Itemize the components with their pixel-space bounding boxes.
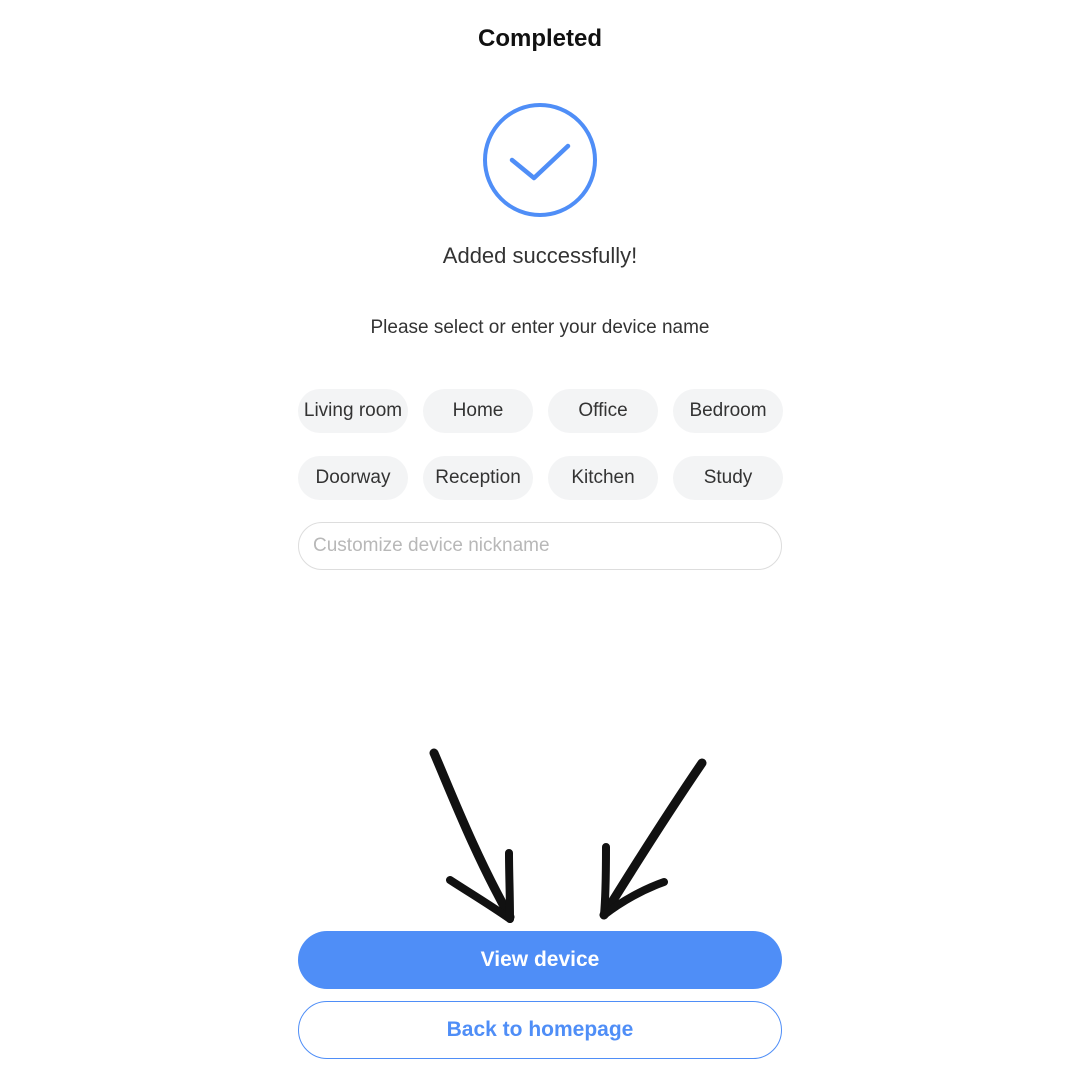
device-name-options: Living room Home Office Bedroom Doorway … (298, 389, 783, 500)
nickname-input[interactable] (298, 522, 782, 570)
name-option-study[interactable]: Study (673, 456, 783, 500)
device-name-prompt: Please select or enter your device name (370, 317, 710, 338)
device-added-screen: Completed Added successfully! Please sel… (0, 0, 1080, 1080)
back-to-homepage-button[interactable]: Back to homepage (298, 1001, 782, 1059)
name-option-bedroom[interactable]: Bedroom (673, 389, 783, 433)
name-option-office[interactable]: Office (548, 389, 658, 433)
name-option-living-room[interactable]: Living room (298, 389, 408, 433)
name-option-doorway[interactable]: Doorway (298, 456, 408, 500)
page-title: Completed (477, 25, 602, 52)
name-option-home[interactable]: Home (423, 389, 533, 433)
name-option-kitchen[interactable]: Kitchen (548, 456, 658, 500)
name-option-reception[interactable]: Reception (423, 456, 533, 500)
hand-drawn-arrows-icon (429, 748, 707, 923)
success-message: Added successfully! (442, 243, 638, 268)
view-device-button[interactable]: View device (298, 931, 782, 989)
check-circle-icon (482, 102, 598, 218)
